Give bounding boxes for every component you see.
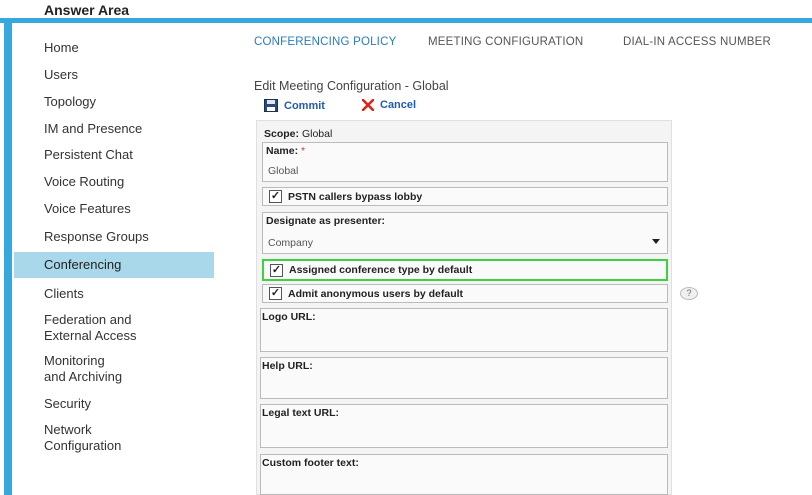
- checkmark-icon: ✓: [269, 287, 282, 300]
- admit-anonymous-checkbox[interactable]: ✓ Admit anonymous users by default: [262, 284, 668, 303]
- answer-area-header: Answer Area: [0, 0, 812, 18]
- legal-text-url-label: Legal text URL:: [262, 407, 340, 419]
- dropdown-arrow-icon[interactable]: [652, 239, 660, 244]
- logo-url-label: Logo URL:: [262, 311, 316, 323]
- help-url-field[interactable]: [260, 357, 668, 399]
- pstn-bypass-label: PSTN callers bypass lobby: [288, 190, 423, 203]
- scope-row: Scope: Global: [264, 128, 332, 140]
- sidebar-item-clients[interactable]: Clients: [14, 286, 214, 302]
- name-label: Name:: [266, 145, 299, 157]
- name-label-row: Name: *: [266, 145, 305, 157]
- name-input[interactable]: Global: [268, 165, 664, 177]
- scope-label: Scope:: [264, 128, 300, 140]
- sidebar-item-response-groups[interactable]: Response Groups: [14, 229, 214, 245]
- scope-value: Global: [301, 128, 333, 140]
- sidebar-item-users[interactable]: Users: [14, 67, 214, 83]
- admit-anonymous-label: Admit anonymous users by default: [288, 287, 464, 300]
- help-icon[interactable]: ?: [680, 287, 698, 300]
- tab-conferencing-policy[interactable]: CONFERENCING POLICY: [254, 36, 396, 48]
- sidebar-item-home[interactable]: Home: [14, 40, 214, 56]
- sidebar-item-conferencing[interactable]: Conferencing: [14, 252, 214, 278]
- legal-text-url-label-row: Legal text URL:: [262, 407, 339, 419]
- logo-url-label-row: Logo URL:: [262, 311, 316, 323]
- logo-url-field[interactable]: [260, 308, 668, 352]
- cancel-button[interactable]: Cancel: [362, 99, 416, 111]
- sidebar-item-voice-features[interactable]: Voice Features: [14, 201, 214, 217]
- pstn-bypass-checkbox[interactable]: ✓ PSTN callers bypass lobby: [262, 187, 668, 206]
- sidebar-item-federation[interactable]: Federation and External Access: [14, 312, 214, 344]
- tab-meeting-configuration[interactable]: MEETING CONFIGURATION: [428, 36, 583, 48]
- sidebar-item-monitoring[interactable]: Monitoring and Archiving: [14, 353, 214, 385]
- help-url-label: Help URL:: [262, 360, 313, 372]
- sidebar-item-topology[interactable]: Topology: [14, 94, 214, 110]
- checkmark-icon: ✓: [269, 190, 282, 203]
- sidebar-item-persistent-chat[interactable]: Persistent Chat: [14, 147, 214, 163]
- assigned-conference-type-checkbox[interactable]: ✓ Assigned conference type by default: [262, 259, 668, 281]
- assigned-type-label: Assigned conference type by default: [289, 264, 473, 276]
- sidebar-item-network-configuration[interactable]: Network Configuration: [14, 422, 214, 454]
- sidebar-item-im-and-presence[interactable]: IM and Presence: [14, 121, 214, 137]
- tab-dial-in-access-number[interactable]: DIAL-IN ACCESS NUMBER: [623, 36, 771, 48]
- commit-button[interactable]: Commit: [264, 99, 325, 112]
- save-icon: [264, 99, 278, 112]
- answer-area-title: Answer Area: [44, 2, 130, 18]
- cancel-x-icon: [362, 99, 374, 111]
- designate-label-row: Designate as presenter:: [266, 215, 385, 227]
- checkmark-icon: ✓: [270, 263, 283, 277]
- custom-footer-label: Custom footer text:: [262, 457, 359, 469]
- designate-label: Designate as presenter:: [266, 215, 386, 227]
- commit-label: Commit: [284, 99, 325, 112]
- custom-footer-label-row: Custom footer text:: [262, 457, 359, 469]
- sidebar-item-security[interactable]: Security: [14, 396, 214, 412]
- designate-presenter-select[interactable]: Company: [268, 237, 648, 249]
- page-title: Edit Meeting Configuration - Global: [254, 79, 449, 93]
- help-url-label-row: Help URL:: [262, 360, 313, 372]
- sidebar-item-voice-routing[interactable]: Voice Routing: [14, 174, 214, 190]
- required-marker: *: [301, 145, 306, 157]
- cancel-label: Cancel: [380, 99, 417, 111]
